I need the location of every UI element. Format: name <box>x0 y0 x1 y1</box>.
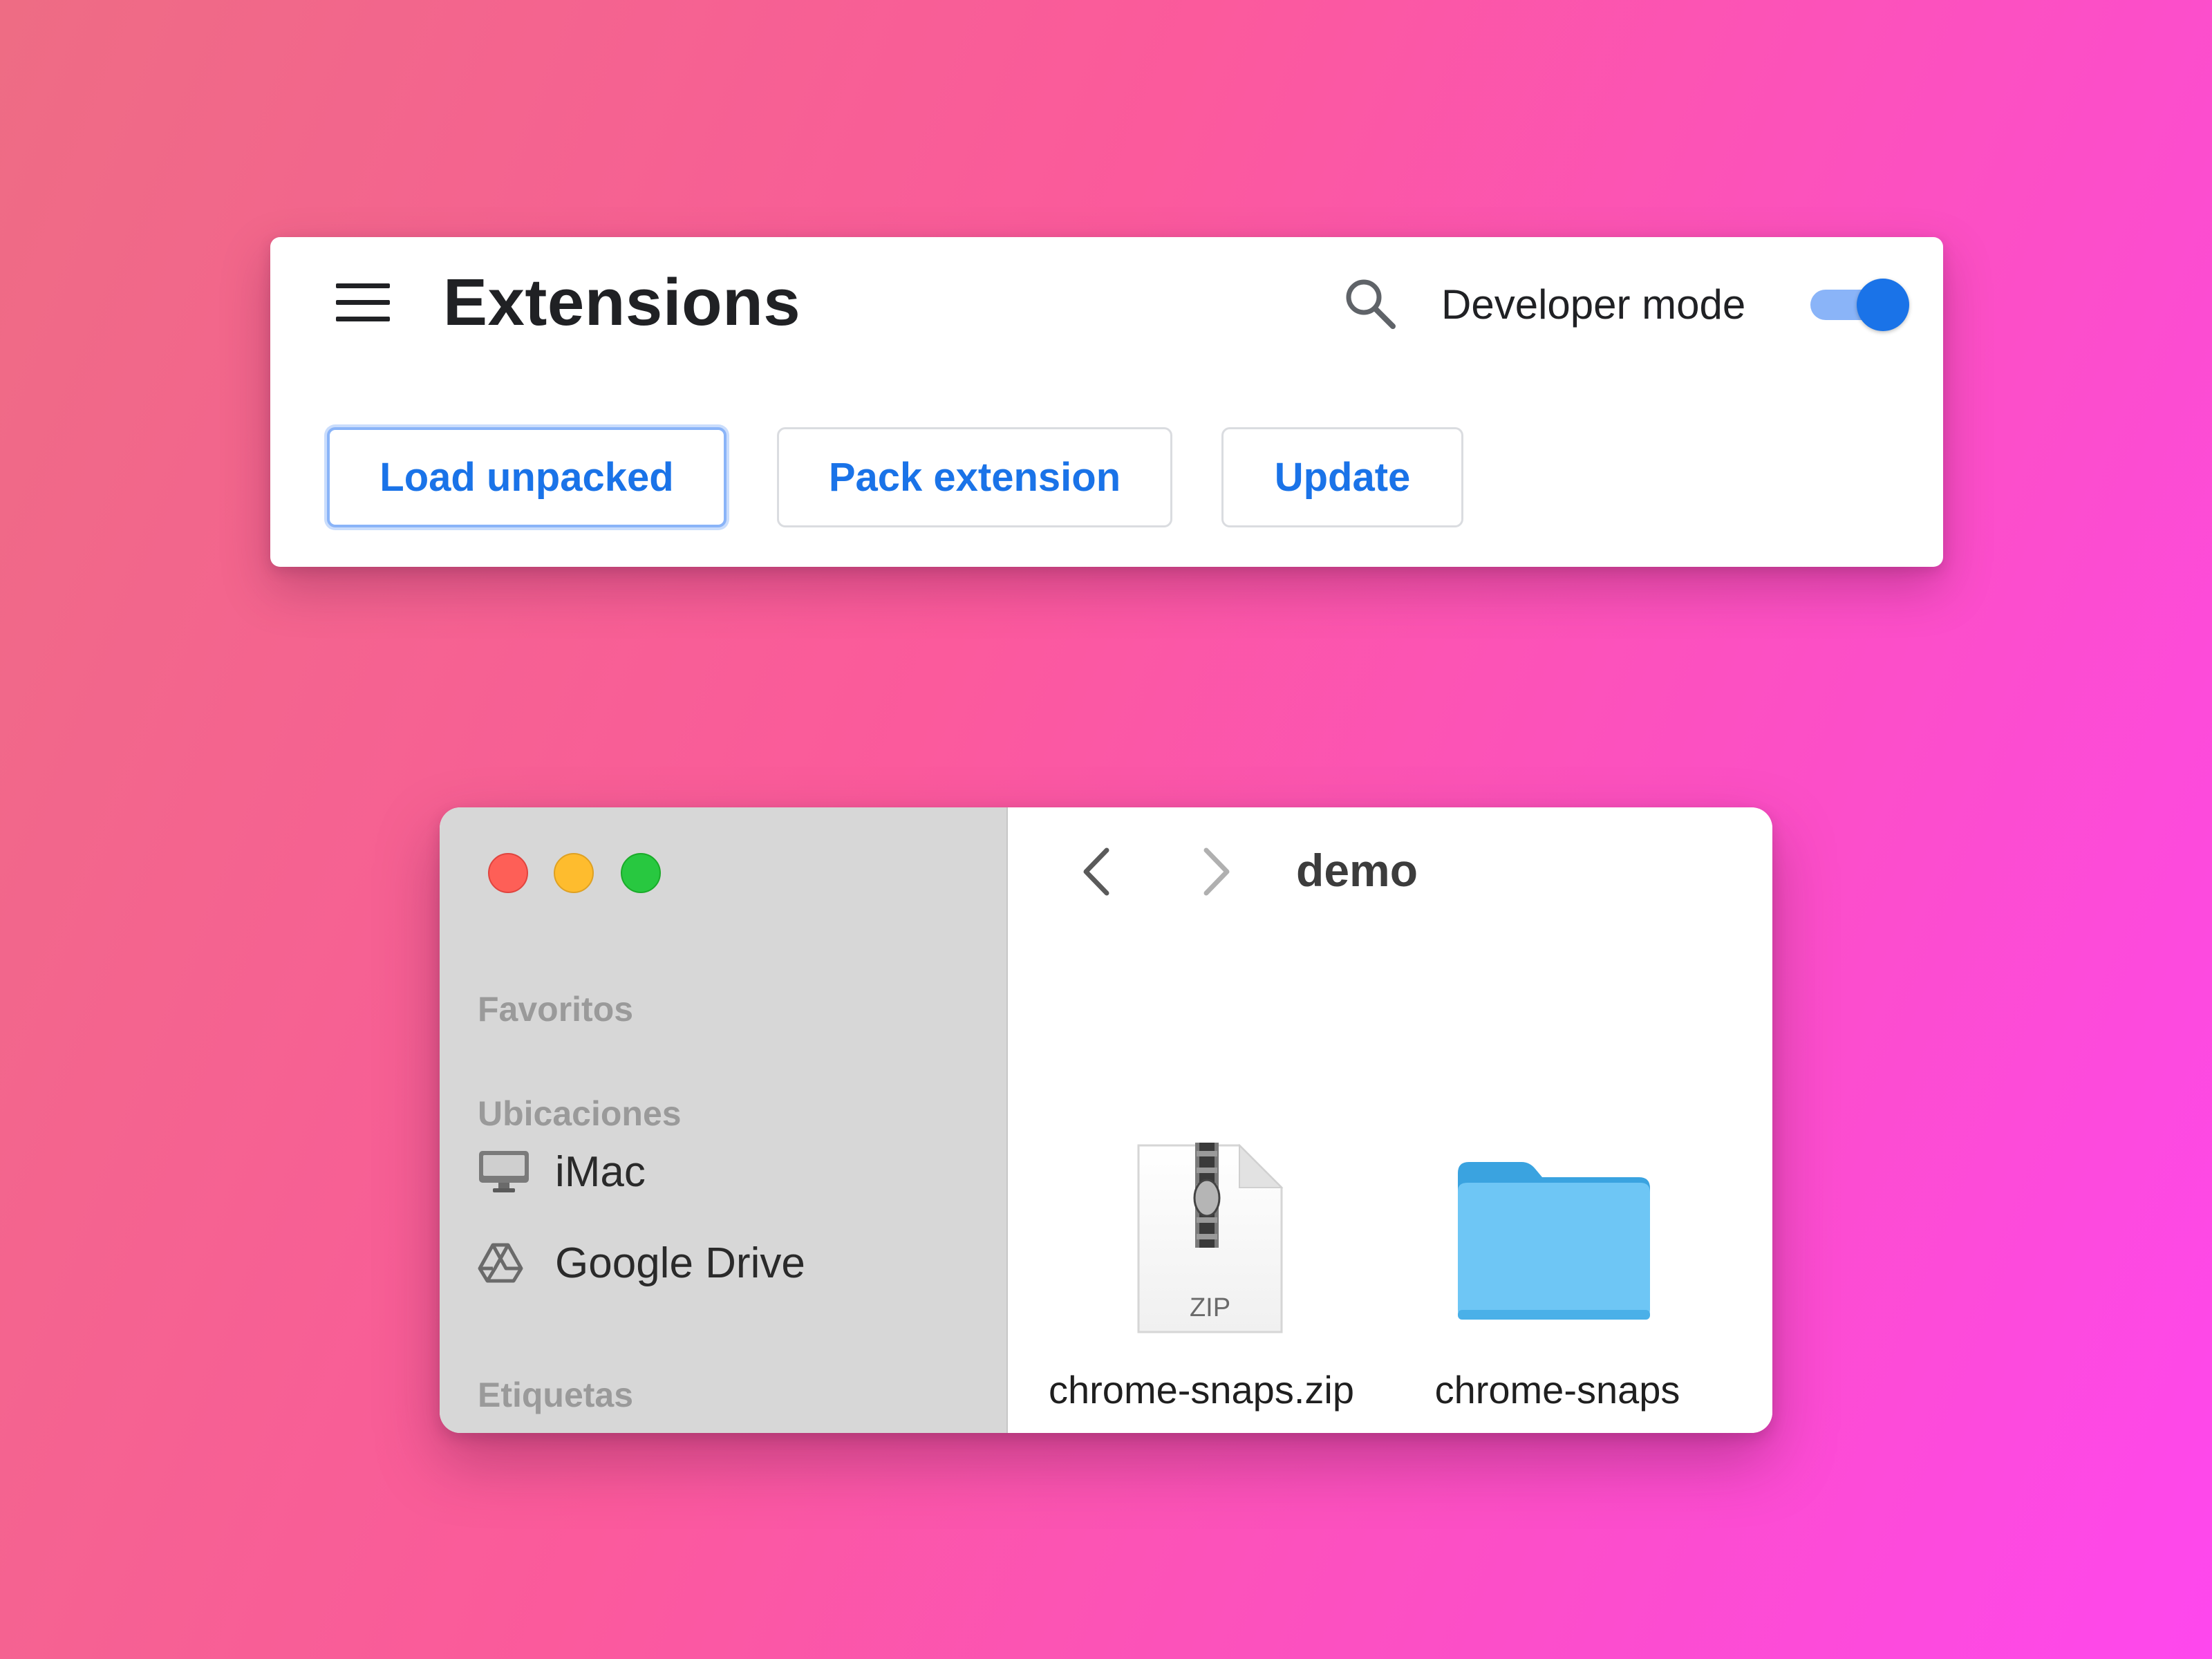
finder-window: Favoritos Ubicaciones iMac Google Drive … <box>440 807 1772 1433</box>
folder-title: demo <box>1296 845 1418 896</box>
zoom-window-button[interactable] <box>621 853 661 893</box>
zip-label: ZIP <box>1189 1293 1231 1322</box>
load-unpacked-button[interactable]: Load unpacked <box>327 427 727 527</box>
folder-icon <box>1454 1156 1654 1326</box>
imac-icon <box>478 1147 533 1196</box>
forward-chevron-icon[interactable] <box>1191 841 1239 903</box>
file-name: chrome-snaps <box>1434 1368 1680 1412</box>
close-window-button[interactable] <box>488 853 528 893</box>
sidebar-heading-locations: Ubicaciones <box>478 1094 682 1133</box>
sidebar-item-label: iMac <box>555 1147 646 1196</box>
finder-sidebar: Favoritos Ubicaciones iMac Google Drive … <box>440 807 1008 1433</box>
page-title: Extensions <box>443 265 801 339</box>
pack-extension-button[interactable]: Pack extension <box>777 427 1172 527</box>
sidebar-heading-favorites: Favoritos <box>478 990 634 1029</box>
google-drive-icon <box>478 1239 533 1287</box>
sidebar-item-imac[interactable]: iMac <box>478 1141 989 1203</box>
back-chevron-icon[interactable] <box>1074 841 1122 903</box>
file-name: chrome-snaps.zip <box>1049 1368 1354 1412</box>
developer-mode-toggle[interactable] <box>1805 277 1909 332</box>
developer-mode-label: Developer mode <box>1441 281 1746 328</box>
file-item-zip[interactable]: ZIP chrome-snaps.zip <box>1029 1022 1374 1433</box>
sidebar-heading-tags: Etiquetas <box>478 1376 634 1414</box>
file-item-folder[interactable]: chrome-snaps <box>1385 1022 1730 1433</box>
finder-content: demo ZIP chrome-snaps.zip chrome-snaps <box>1008 807 1772 1433</box>
menu-icon[interactable] <box>336 282 390 324</box>
update-button[interactable]: Update <box>1221 427 1463 527</box>
zip-file-icon: ZIP <box>1136 1143 1284 1340</box>
sidebar-item-google-drive[interactable]: Google Drive <box>478 1232 989 1294</box>
minimize-window-button[interactable] <box>554 853 594 893</box>
search-icon[interactable] <box>1342 275 1398 332</box>
toggle-knob <box>1857 279 1909 331</box>
extensions-toolbar: Extensions Developer mode Load unpacked … <box>270 237 1943 567</box>
sidebar-item-label: Google Drive <box>555 1239 805 1287</box>
